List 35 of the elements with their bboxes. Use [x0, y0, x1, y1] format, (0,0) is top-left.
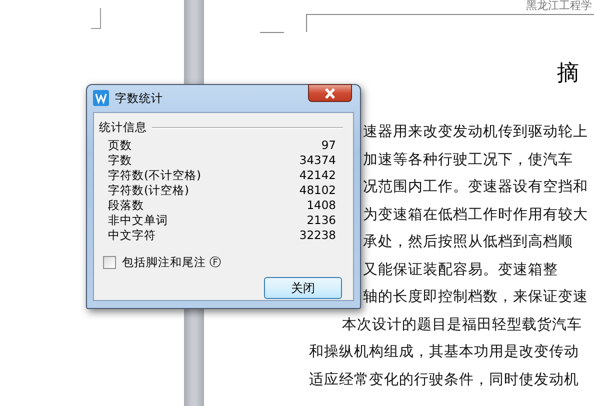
- body-text: 适应经常变化的行驶条件，同时使发动机: [309, 372, 579, 388]
- checkbox-label: 包括脚注和尾注 Ⓕ: [122, 255, 222, 270]
- body-text: 速器用来改变发动机传到驱动轮上: [363, 124, 588, 140]
- close-icon: [323, 88, 337, 98]
- body-text: 和操纵机构组成，其基本功用是改变传动: [309, 344, 579, 360]
- stat-value: 32238: [299, 228, 336, 243]
- body-text: 加速等各种行驶工况下，使汽车: [363, 152, 573, 168]
- body-text: 本次设计的题目是福田轻型载货汽车: [342, 316, 582, 332]
- body-text: 又能保证装配容易。变速箱整: [363, 262, 558, 278]
- stat-label: 页数: [108, 138, 132, 153]
- body-text: 况范围内工作。变速器设有空挡和: [363, 179, 588, 195]
- close-dialog-button[interactable]: 关闭: [264, 277, 342, 299]
- stat-label: 字数: [108, 153, 132, 168]
- body-text: 轴的长度即控制档数，来保证变速: [363, 289, 588, 305]
- heading: 摘: [557, 61, 579, 86]
- app-logo-icon: [93, 90, 109, 106]
- stat-value: 97: [321, 138, 336, 153]
- corner-mark: [91, 8, 101, 29]
- stat-label: 非中文单词: [108, 213, 168, 228]
- stat-label: 字符数(计空格): [108, 183, 189, 198]
- stat-value: 1408: [306, 198, 336, 213]
- stat-value: 42142: [299, 168, 336, 183]
- group-label: 统计信息: [99, 120, 147, 135]
- close-button[interactable]: [308, 84, 352, 102]
- stat-label: 中文字符: [108, 228, 156, 243]
- stat-value: 2136: [306, 213, 336, 228]
- stat-value: 34374: [299, 153, 336, 168]
- checkbox[interactable]: [103, 256, 116, 269]
- stat-label: 段落数: [108, 198, 144, 213]
- stat-value: 48102: [299, 183, 336, 198]
- dialog-title: 字数统计: [115, 90, 163, 106]
- body-text: 为变速箱在低档工作时作用有较大: [363, 206, 588, 222]
- body-text: 承处，然后按照从低档到高档顺: [363, 234, 573, 250]
- stat-label: 字符数(不计空格): [108, 168, 201, 183]
- page-header: 黑龙江工程学: [526, 0, 592, 13]
